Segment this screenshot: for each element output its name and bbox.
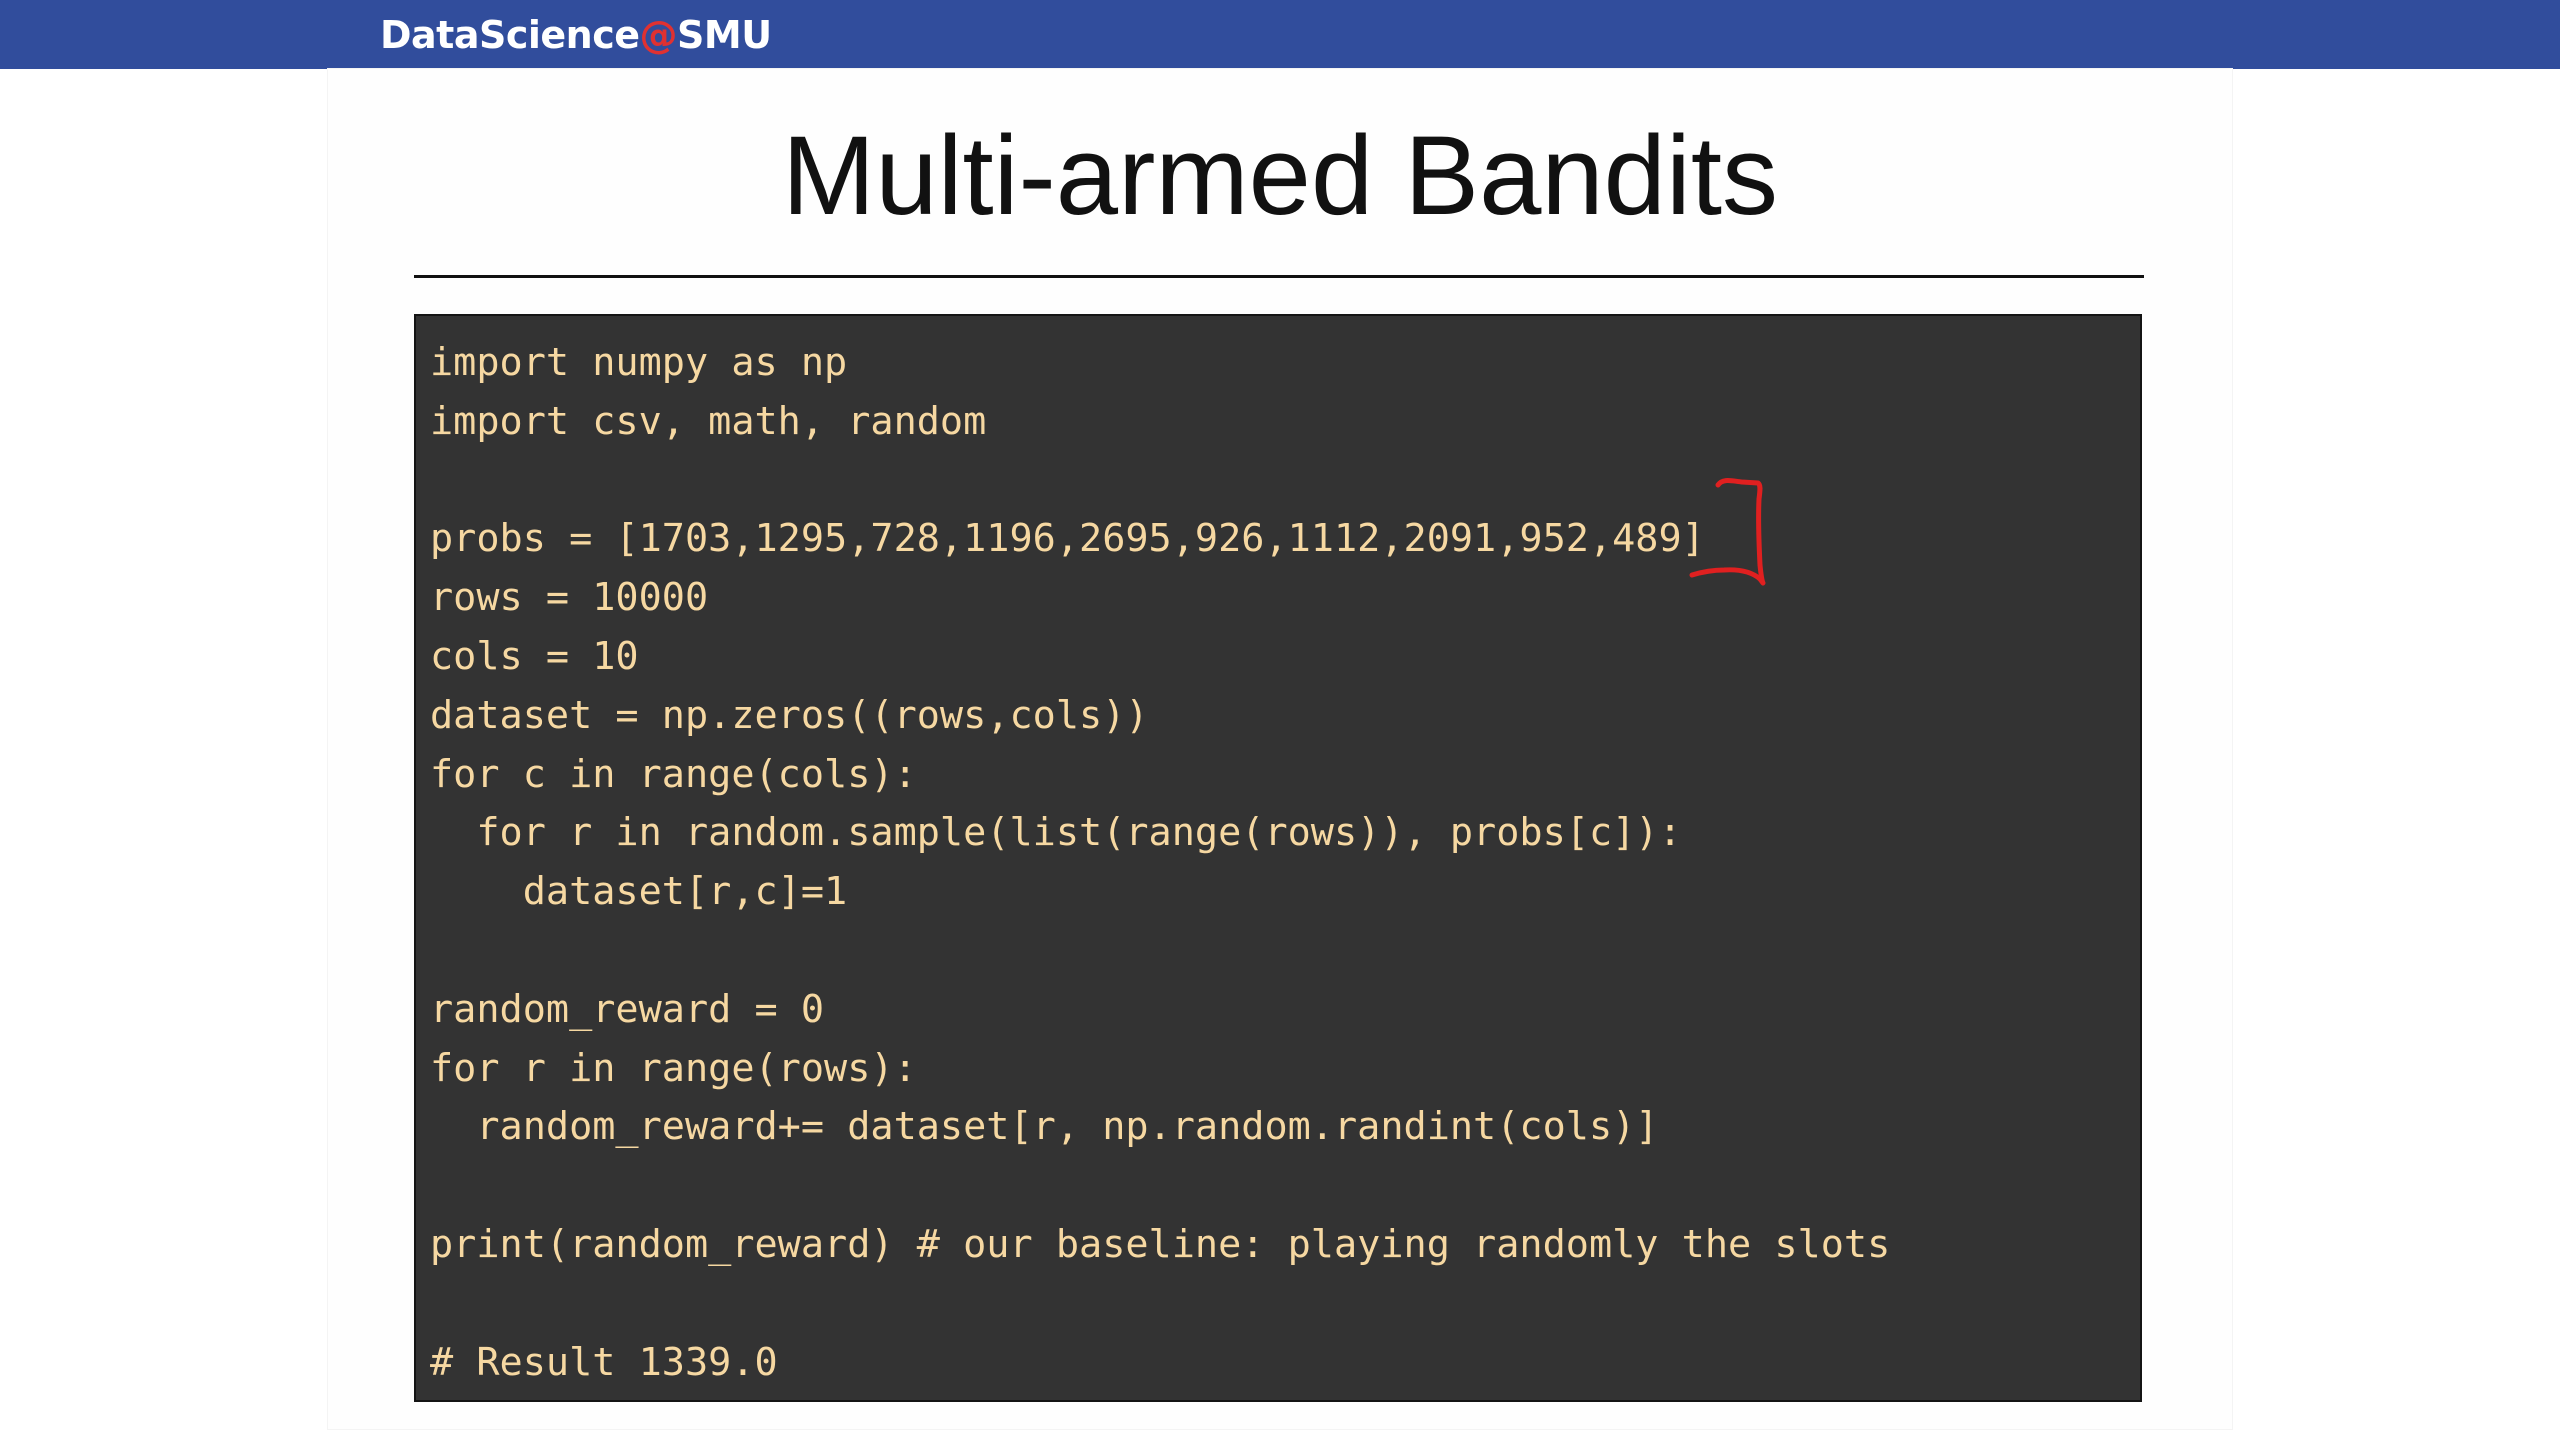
code-line: for c in range(cols):	[430, 751, 917, 797]
code-line: import numpy as np	[430, 340, 848, 385]
code-line: random_reward = 0	[430, 986, 825, 1032]
datascience-smu-logo: DataScience @ SMU	[380, 12, 772, 58]
code-block: import numpy as np import csv, math, rand…	[414, 314, 2142, 1402]
code-line: cols = 10	[430, 633, 639, 679]
brand-at-symbol: @	[639, 13, 678, 57]
code-line: import csv, math, random	[430, 398, 987, 444]
code-line: dataset[r,c]=1	[430, 869, 848, 915]
code-line: print(random_reward) # our baseline: pla…	[430, 1221, 1891, 1267]
code-line: random_reward+= dataset[r, np.random.ran…	[430, 1104, 1659, 1150]
header-bar: DataScience @ SMU	[0, 0, 2560, 69]
code-line: for r in random.sample(list(range(rows))…	[430, 810, 1682, 856]
code-line: # Result 1339.0	[430, 1339, 778, 1385]
brand-main-text: DataScience	[380, 13, 640, 57]
code-line: for r in range(rows):	[430, 1045, 917, 1091]
red-bracket-ink-icon	[1689, 478, 1766, 586]
slide-title: Multi-armed Bandits	[782, 113, 1778, 238]
title-divider	[414, 275, 2144, 278]
brand-org-text: SMU	[677, 13, 772, 57]
code-line: dataset = np.zeros((rows,cols))	[430, 692, 1149, 738]
